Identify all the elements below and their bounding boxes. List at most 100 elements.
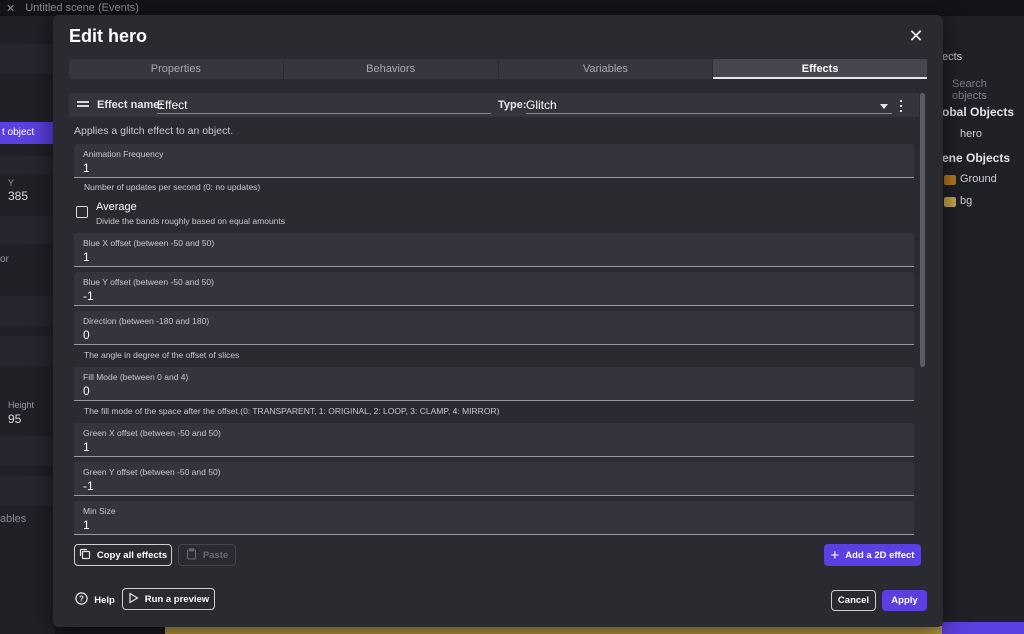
dialog-title: Edit hero <box>69 26 148 46</box>
cancel-button[interactable]: Cancel <box>831 590 876 611</box>
tab-behaviors[interactable]: Behaviors <box>284 59 499 79</box>
field-green-y-offset[interactable]: Green Y offset (between -50 and 50) -1 <box>74 462 914 496</box>
field-value[interactable]: 1 <box>83 250 90 264</box>
effect-header: Effect name: Effect Type: Glitch <box>69 93 919 117</box>
plus-icon: + <box>830 546 840 564</box>
field-blue-x-offset[interactable]: Blue X offset (between -50 and 50) 1 <box>74 233 914 267</box>
average-label: Average <box>96 201 137 213</box>
field-blue-y-offset[interactable]: Blue Y offset (between -50 and 50) -1 <box>74 272 914 306</box>
tab-properties[interactable]: Properties <box>69 59 284 79</box>
panel-row <box>0 156 55 174</box>
field-label: Animation Frequency <box>83 149 164 159</box>
scrollbar-thumb[interactable] <box>920 93 925 367</box>
field-value[interactable]: 0 <box>83 384 90 398</box>
panel-row <box>0 296 55 326</box>
help-button[interactable]: ? Help <box>73 589 117 611</box>
effect-description: Applies a glitch effect to an object. <box>74 125 234 137</box>
cancel-label: Cancel <box>837 595 870 606</box>
average-checkbox[interactable] <box>76 206 88 218</box>
field-direction[interactable]: Direction (between -180 and 180) 0 <box>74 311 914 345</box>
tab-effects[interactable]: Effects <box>713 59 927 79</box>
object-bg[interactable]: bg <box>960 195 972 207</box>
variables-label: ables <box>0 513 27 525</box>
scrollbar[interactable] <box>920 93 926 537</box>
scene-tab-label: Untitled scene (Events) <box>25 2 139 14</box>
field-label: Blue X offset (between -50 and 50) <box>83 238 215 248</box>
y-value[interactable]: 385 <box>8 189 28 203</box>
field-help: The angle in degree of the offset of sli… <box>84 350 240 360</box>
scene-tab[interactable]: ✕ Untitled scene (Events) <box>6 0 139 16</box>
effects-list[interactable]: Effect name: Effect Type: Glitch Applies… <box>69 93 927 537</box>
run-preview-label: Run a preview <box>144 593 210 605</box>
close-icon[interactable]: ✕ <box>907 27 925 45</box>
tab-variables[interactable]: Variables <box>499 59 714 79</box>
properties-panel: t object Y 385 or Height 95 ables <box>0 16 55 634</box>
global-objects-heading: obal Objects <box>942 105 1015 119</box>
panel-row <box>0 216 55 244</box>
field-label: Green X offset (between -50 and 50) <box>83 428 221 438</box>
paste-label: Paste <box>202 549 229 561</box>
selected-object-item[interactable]: t object <box>0 122 55 144</box>
edit-object-dialog: Edit hero ✕ Properties Behaviors Variabl… <box>53 15 943 627</box>
objects-panel: ects Search objects obal Objects hero en… <box>942 16 1024 634</box>
height-label: Height <box>8 400 35 410</box>
panel-row <box>0 476 55 506</box>
add-2d-effect-button[interactable]: + Add a 2D effect <box>824 544 921 566</box>
field-help: Number of updates per second (0: no upda… <box>84 182 261 192</box>
field-fill-mode[interactable]: Fill Mode (between 0 and 4) 0 <box>74 367 914 401</box>
field-value[interactable]: -1 <box>83 479 94 493</box>
field-label: Green Y offset (between -50 and 50) <box>83 467 221 477</box>
bg-thumbnail-icon <box>944 197 956 207</box>
search-objects-input[interactable]: Search objects <box>952 78 1024 102</box>
effect-type-label: Type: <box>498 99 527 111</box>
help-label: Help <box>94 594 115 606</box>
dialog-tabs: Properties Behaviors Variables Effects <box>69 59 927 79</box>
field-value[interactable]: -1 <box>83 289 94 303</box>
add-object-strip[interactable] <box>942 622 1024 634</box>
object-ground[interactable]: Ground <box>960 173 997 185</box>
svg-text:?: ? <box>79 595 84 604</box>
y-label: Y <box>8 178 15 188</box>
height-value[interactable]: 95 <box>8 412 21 426</box>
panel-row <box>0 336 55 366</box>
add-2d-effect-label: Add a 2D effect <box>845 549 915 561</box>
close-tab-icon[interactable]: ✕ <box>6 2 15 15</box>
field-value[interactable]: 1 <box>83 161 90 175</box>
copy-all-effects-button[interactable]: Copy all effects <box>74 544 172 566</box>
chevron-down-icon <box>880 104 888 109</box>
copy-icon <box>79 548 91 563</box>
field-value[interactable]: 1 <box>83 440 90 454</box>
field-animation-frequency[interactable]: Animation Frequency 1 <box>74 144 914 178</box>
paste-button[interactable]: Paste <box>178 544 236 566</box>
field-value[interactable]: 1 <box>83 518 90 532</box>
field-value[interactable]: 0 <box>83 328 90 342</box>
scene-canvas-strip <box>165 626 945 634</box>
average-help: Divide the bands roughly based on equal … <box>96 216 286 226</box>
scene-objects-heading: ene Objects <box>942 151 1011 165</box>
drag-handle-icon[interactable] <box>77 101 89 109</box>
play-icon <box>128 591 139 607</box>
apply-button[interactable]: Apply <box>882 590 927 611</box>
field-green-x-offset[interactable]: Green X offset (between -50 and 50) 1 <box>74 423 914 457</box>
effect-type-value: Glitch <box>526 98 557 112</box>
panel-row <box>0 44 55 74</box>
partial-label: or <box>0 254 9 265</box>
copy-all-effects-label: Copy all effects <box>96 549 168 561</box>
clipboard-icon <box>186 547 197 563</box>
field-label: Fill Mode (between 0 and 4) <box>83 372 189 382</box>
field-label: Min Size <box>83 506 116 516</box>
object-hero[interactable]: hero <box>960 128 982 140</box>
effect-type-select[interactable]: Glitch <box>526 95 892 114</box>
panel-row <box>0 436 55 466</box>
effect-name-label: Effect name: <box>97 99 164 111</box>
top-tab-bar: ✕ Untitled scene (Events) <box>0 0 1024 16</box>
field-min-size[interactable]: Min Size 1 <box>74 501 914 535</box>
apply-label: Apply <box>891 595 918 606</box>
more-options-icon[interactable] <box>900 100 904 112</box>
field-label: Direction (between -180 and 180) <box>83 316 210 326</box>
effect-name-input[interactable]: Effect <box>157 95 491 114</box>
run-preview-button[interactable]: Run a preview <box>122 588 215 610</box>
ground-thumbnail-icon <box>944 175 956 185</box>
objects-title: ects <box>942 51 963 63</box>
field-label: Blue Y offset (between -50 and 50) <box>83 277 214 287</box>
